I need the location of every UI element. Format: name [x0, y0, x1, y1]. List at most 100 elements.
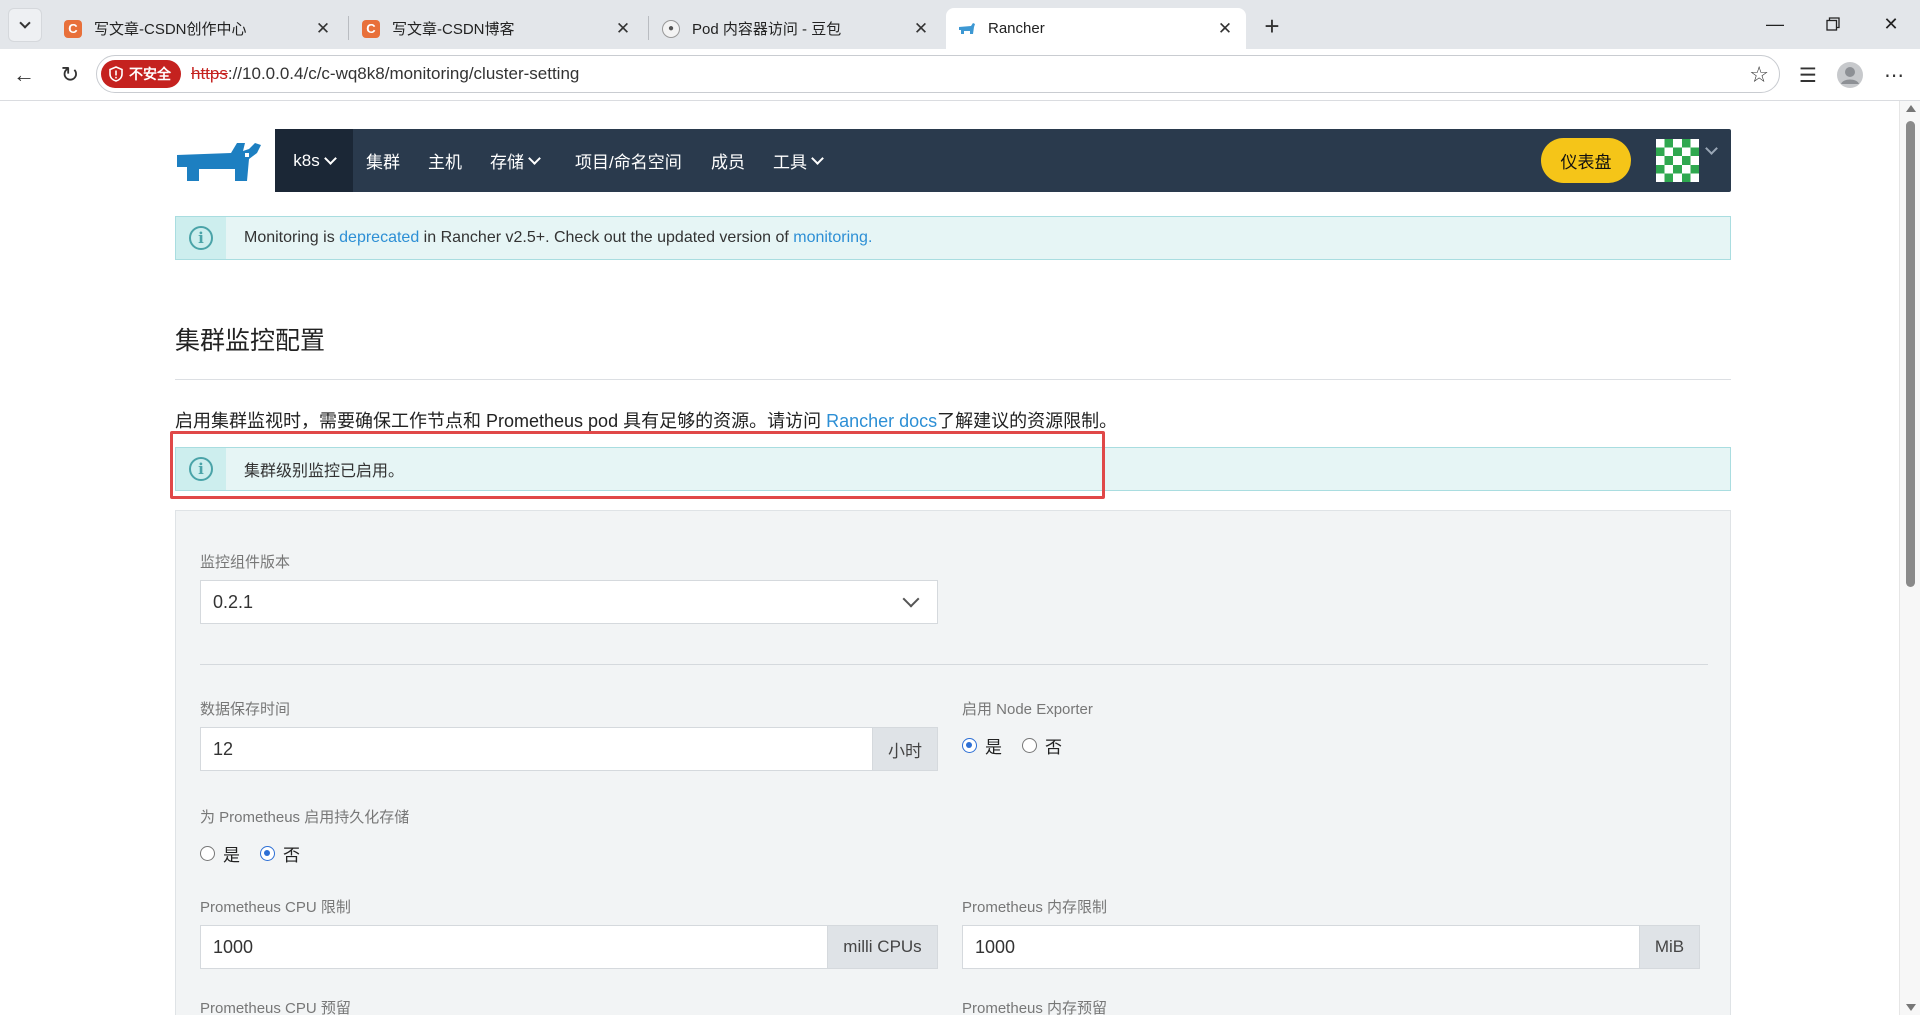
url-path: ://10.0.0.4/c/c-wq8k8/monitoring/cluster… — [227, 64, 580, 83]
node-exporter-no-radio[interactable]: 否 — [1022, 733, 1062, 758]
banner-text: in Rancher v2.5+. Check out the updated … — [419, 229, 794, 246]
version-value: 0.2.1 — [213, 591, 254, 612]
scrollbar-thumb[interactable] — [1906, 121, 1915, 587]
tab-title: Rancher — [988, 20, 1045, 37]
cluster-name: k8s — [293, 150, 320, 170]
radio-selected-icon — [962, 738, 977, 753]
retention-unit: 小时 — [872, 728, 937, 770]
node-exporter-label: 启用 Node Exporter — [962, 701, 1093, 718]
page-scrollbar[interactable] — [1899, 101, 1920, 1015]
close-icon[interactable]: ✕ — [314, 19, 332, 38]
info-icon: i — [189, 457, 213, 481]
tab-title: 写文章-CSDN创作中心 — [94, 21, 247, 38]
reload-button[interactable]: ↻ — [54, 59, 86, 91]
title-divider — [175, 379, 1731, 380]
close-icon[interactable]: ✕ — [912, 19, 930, 38]
banner-icon-block: i — [176, 448, 226, 490]
retention-value: 12 — [213, 738, 234, 759]
csdn-c-icon: C — [64, 19, 82, 38]
profile-avatar-icon — [1837, 62, 1863, 88]
page-title: 集群监控配置 — [175, 327, 326, 355]
url-text[interactable]: https://10.0.0.4/c/c-wq8k8/monitoring/cl… — [191, 64, 579, 84]
nav-item-projects-namespaces[interactable]: 项目/命名空间 — [575, 129, 682, 192]
memory-limit-unit: MiB — [1639, 926, 1699, 968]
persistent-storage-yes-radio[interactable]: 是 — [200, 841, 240, 866]
user-avatar[interactable] — [1656, 139, 1699, 182]
restore-icon — [1826, 17, 1840, 31]
tab-title: 写文章-CSDN博客 — [392, 21, 515, 38]
nav-label: 成员 — [711, 153, 745, 172]
cpu-limit-unit: milli CPUs — [827, 926, 937, 968]
browser-tab-csdn-creator[interactable]: C 写文章-CSDN创作中心 ✕ — [52, 8, 344, 49]
minimize-button[interactable]: — — [1752, 8, 1798, 40]
chevron-down-icon — [19, 16, 31, 29]
browser-tab-csdn-blog[interactable]: C 写文章-CSDN博客 ✕ — [350, 8, 644, 49]
persistent-storage-radio-group: 是 否 — [200, 841, 300, 866]
tab-actions-menu-button[interactable] — [8, 8, 42, 42]
node-exporter-radio-group: 是 否 — [962, 733, 1062, 758]
chevron-down-icon[interactable] — [1705, 142, 1718, 155]
doubao-avatar-icon: ● — [662, 19, 680, 38]
radio-label: 是 — [223, 846, 240, 865]
nav-label: 存储 — [490, 153, 524, 172]
nav-label: 工具 — [773, 153, 807, 172]
deprecated-link[interactable]: deprecated — [339, 229, 419, 246]
monitoring-form-panel: 监控组件版本 0.2.1 数据保存时间 12 小时 启用 Node Export… — [175, 510, 1731, 1015]
version-select[interactable]: 0.2.1 — [200, 580, 938, 624]
restore-button[interactable] — [1810, 8, 1856, 40]
monitoring-link[interactable]: monitoring. — [793, 229, 872, 246]
profile-button[interactable] — [1834, 59, 1866, 91]
page-description: 启用集群监视时，需要确保工作节点和 Prometheus pod 具有足够的资源… — [175, 407, 1117, 433]
chevron-down-icon — [528, 151, 541, 165]
page-viewport: k8s 集群 主机 存储 项目/命名空间 成员 工具 仪表盘 i Monitor… — [5, 101, 1899, 1015]
new-tab-button[interactable]: + — [1258, 11, 1286, 41]
retention-label: 数据保存时间 — [200, 701, 291, 718]
browser-tab-doubao[interactable]: ● Pod 内容器访问 - 豆包 ✕ — [650, 8, 942, 49]
info-icon: i — [189, 226, 213, 250]
nav-item-tools[interactable]: 工具 — [773, 129, 824, 192]
retention-input[interactable]: 12 小时 — [200, 727, 938, 771]
chevron-down-icon — [811, 151, 824, 165]
dashboard-button[interactable]: 仪表盘 — [1541, 138, 1631, 183]
nav-item-storage[interactable]: 存储 — [490, 129, 541, 192]
scroll-down-icon[interactable] — [1906, 1004, 1916, 1011]
banner-text: Monitoring is — [244, 229, 340, 246]
close-icon[interactable]: ✕ — [1216, 19, 1234, 38]
window-close-button[interactable]: ✕ — [1868, 8, 1914, 40]
browser-tab-rancher[interactable]: Rancher ✕ — [946, 8, 1246, 49]
status-text: 集群级别监控已启用。 — [244, 463, 405, 480]
favorites-icon[interactable]: ☰ — [1792, 59, 1824, 91]
nav-label: 项目/命名空间 — [575, 153, 682, 172]
address-bar-row: ← ↻ 不安全 https://10.0.0.4/c/c-wq8k8/monit… — [0, 49, 1920, 101]
form-divider — [200, 664, 1708, 665]
memory-reservation-label: Prometheus 内存预留 — [962, 1000, 1108, 1015]
memory-limit-input[interactable]: 1000 MiB — [962, 925, 1700, 969]
version-label: 监控组件版本 — [200, 554, 291, 571]
security-badge[interactable]: 不安全 — [101, 60, 181, 88]
close-icon[interactable]: ✕ — [614, 19, 632, 38]
deprecation-text: Monitoring is deprecated in Rancher v2.5… — [244, 229, 872, 247]
cluster-switcher[interactable]: k8s — [275, 129, 353, 192]
nav-item-nodes[interactable]: 主机 — [428, 129, 462, 192]
persistent-storage-no-radio[interactable]: 否 — [260, 841, 300, 866]
nav-item-members[interactable]: 成员 — [711, 129, 745, 192]
scroll-up-icon[interactable] — [1906, 105, 1916, 112]
favorite-star-icon[interactable]: ☆ — [1749, 62, 1769, 88]
cpu-limit-value: 1000 — [213, 936, 254, 957]
node-exporter-yes-radio[interactable]: 是 — [962, 733, 1002, 758]
rancher-logo[interactable] — [175, 137, 263, 187]
csdn-c-icon: C — [362, 19, 380, 38]
banner-icon-block: i — [176, 217, 226, 259]
tab-separator — [648, 16, 649, 40]
address-bar[interactable]: 不安全 https://10.0.0.4/c/c-wq8k8/monitorin… — [96, 55, 1780, 93]
back-button[interactable]: ← — [8, 59, 40, 91]
rancher-docs-link[interactable]: Rancher docs — [826, 411, 937, 431]
shield-warning-icon — [109, 66, 123, 82]
deprecation-banner: i Monitoring is deprecated in Rancher v2… — [175, 216, 1731, 260]
nav-label: 主机 — [428, 153, 462, 172]
chevron-down-icon — [323, 151, 337, 165]
cpu-limit-input[interactable]: 1000 milli CPUs — [200, 925, 938, 969]
more-menu-icon[interactable]: ⋯ — [1878, 59, 1910, 91]
nav-item-cluster[interactable]: 集群 — [366, 129, 400, 192]
cpu-reservation-label: Prometheus CPU 预留 — [200, 1000, 351, 1015]
